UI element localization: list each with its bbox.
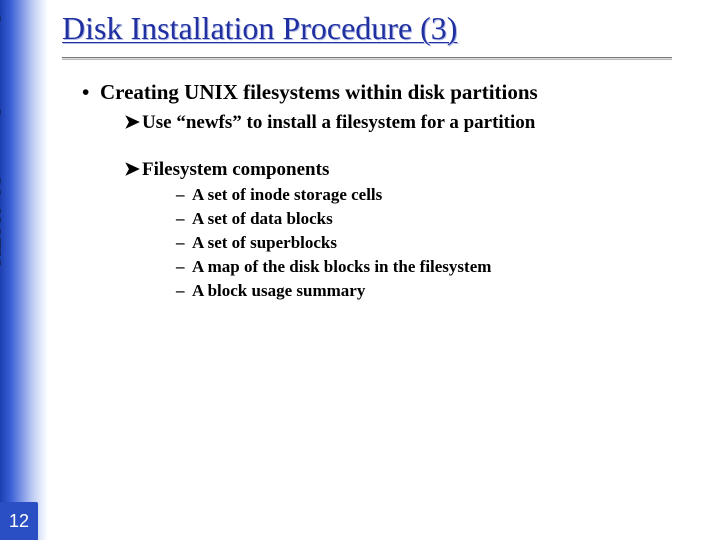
l2-text-pre: Use	[142, 112, 176, 133]
dash-icon: –	[176, 281, 192, 301]
l3-text: A set of inode storage cells	[192, 185, 382, 204]
bullet-level2: ➤Use “newfs” to install a filesystem for…	[124, 111, 708, 134]
page-number: 12	[9, 511, 29, 532]
sidebar-gradient: Computer Center, CS, NCTU 12	[0, 0, 48, 540]
dash-icon: –	[176, 209, 192, 229]
l3-text: A set of superblocks	[192, 233, 337, 252]
title-underline-rule	[62, 57, 672, 60]
spacer	[82, 134, 708, 152]
dash-icon: –	[176, 257, 192, 277]
l1-text: Creating UNIX filesystems within disk pa…	[100, 80, 538, 104]
l3-text: A set of data blocks	[192, 209, 333, 228]
page-title: Disk Installation Procedure (3)	[62, 10, 708, 47]
dash-icon: –	[176, 233, 192, 253]
content-area: Disk Installation Procedure (3) •Creatin…	[62, 0, 708, 540]
bullet-level3: –A set of data blocks	[176, 209, 708, 229]
bullet-level3: –A block usage summary	[176, 281, 708, 301]
l2-cmd: newfs	[186, 112, 232, 133]
slide-root: Computer Center, CS, NCTU 12 Disk Instal…	[0, 0, 720, 540]
l3-text: A map of the disk blocks in the filesyst…	[192, 257, 491, 276]
l2-text: Filesystem components	[142, 159, 329, 180]
arrow-icon: ➤	[124, 111, 142, 134]
close-quote: ”	[232, 112, 242, 133]
open-quote: “	[176, 112, 186, 133]
sidebar-org-text: Computer Center, CS, NCTU	[0, 8, 6, 264]
disc-bullet-icon: •	[82, 80, 100, 105]
bullet-level1: •Creating UNIX filesystems within disk p…	[82, 80, 708, 105]
bullet-level3: –A map of the disk blocks in the filesys…	[176, 257, 708, 277]
page-number-badge: 12	[0, 502, 38, 540]
sidebar-text-wrap: Computer Center, CS, NCTU	[0, 0, 40, 320]
bullet-level3: –A set of superblocks	[176, 233, 708, 253]
body-list: •Creating UNIX filesystems within disk p…	[82, 80, 708, 301]
bullet-level2: ➤Filesystem components	[124, 158, 708, 181]
dash-icon: –	[176, 185, 192, 205]
bullet-level3: –A set of inode storage cells	[176, 185, 708, 205]
l2-text-post: to install a filesystem for a partition	[242, 112, 536, 133]
l3-text: A block usage summary	[192, 281, 365, 300]
arrow-icon: ➤	[124, 158, 142, 181]
